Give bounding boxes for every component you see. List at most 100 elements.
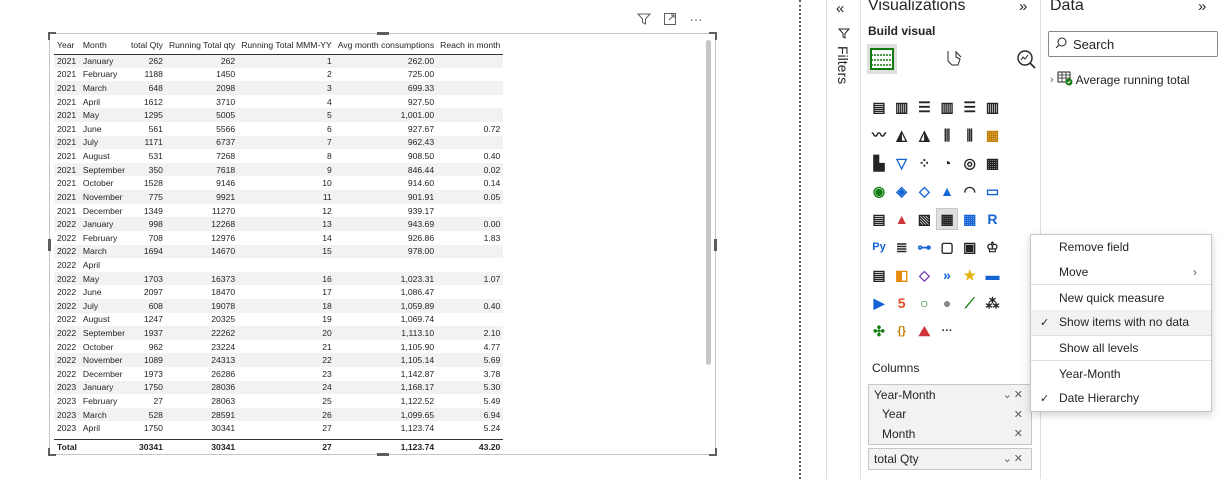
image-icon[interactable]: ▬ <box>982 265 1002 285</box>
menu-item-year-month[interactable]: Year-Month <box>1031 361 1211 386</box>
table-row[interactable]: 2023 April 1750 30341 27 1,123.74 5.24 <box>54 421 503 435</box>
table-row[interactable]: 2022 December 1973 26286 23 1,142.87 3.78 <box>54 367 503 381</box>
donut-chart-icon[interactable]: ◎ <box>960 153 980 173</box>
smart-narrative-icon[interactable]: ▣ <box>960 237 980 257</box>
gauge-icon[interactable]: ◠ <box>960 181 980 201</box>
table-row[interactable]: 2023 January 1750 28036 24 1,168.17 5.30 <box>54 380 504 395</box>
collapse-visualizations-icon[interactable]: » <box>1019 0 1027 15</box>
table-tree-item[interactable]: › Average running total <box>1050 70 1190 89</box>
table-row[interactable]: 2021 April 1612 3710 4 927.50 <box>54 95 503 109</box>
table-row[interactable]: 2022 September 1937 22262 20 1,113.10 2.10 <box>54 326 504 340</box>
matrix-icon[interactable]: ▦ <box>960 209 980 229</box>
treemap-icon[interactable]: ▦ <box>982 153 1002 173</box>
menu-item-move[interactable]: Move › <box>1031 260 1211 285</box>
dots-icon[interactable]: ⁂ <box>982 293 1002 313</box>
play-axis-icon[interactable]: ▶ <box>869 293 889 313</box>
table-row[interactable]: 2022 June 2097 18470 17 1,086.47 <box>54 285 503 299</box>
table-visual[interactable]: Year Month total Qty Running Total qty Runni… <box>48 32 717 456</box>
menu-item-new-quick-measure[interactable]: New quick measure <box>1031 285 1211 310</box>
goals-icon[interactable]: ♔ <box>982 237 1002 257</box>
table-row[interactable]: 2023 February 27 28063 25 1,122.52 5.49 <box>54 394 503 408</box>
100-bar-icon[interactable]: ☰ <box>960 97 980 117</box>
build-visual-tab-icon[interactable] <box>867 44 897 74</box>
100-column-icon[interactable]: ▥ <box>982 97 1002 117</box>
col-avg-month-consumptions-header[interactable]: Avg month consumptions <box>334 37 438 55</box>
kpi-icon[interactable]: ▲ <box>892 209 912 229</box>
chevron-down-close-icon[interactable]: ⌄✕ <box>1003 452 1025 465</box>
qa-icon[interactable]: ▢ <box>937 237 957 257</box>
stacked-column-icon[interactable]: ▥ <box>892 97 912 117</box>
code-icon[interactable]: {} <box>892 321 912 341</box>
well-field-year-month[interactable]: Year-Month ⌄✕ <box>869 385 1031 405</box>
azure-map-icon[interactable]: ▲ <box>937 181 957 201</box>
table-row[interactable]: 2021 November 775 9921 11 901.91 0.05 <box>54 190 504 204</box>
table-row[interactable]: 2021 May 1295 5005 5 1,001.00 <box>54 108 504 123</box>
ring-icon[interactable]: ○ <box>914 293 934 313</box>
table-row[interactable]: 2021 September 350 7618 9 846.44 0.02 <box>54 162 504 177</box>
format-visual-tab-icon[interactable] <box>939 44 969 74</box>
vertical-scrollbar[interactable] <box>706 40 711 365</box>
analytics-tab-icon[interactable] <box>1011 44 1041 74</box>
resize-handle[interactable] <box>709 32 717 40</box>
decomposition-tree-icon[interactable]: ⊶ <box>914 237 934 257</box>
clustered-bar-icon[interactable]: ☰ <box>914 97 934 117</box>
area-chart-icon[interactable]: ◭ <box>892 125 912 145</box>
paginated-report-icon[interactable]: ▤ <box>869 265 889 285</box>
slicer-icon[interactable]: ▧ <box>914 209 934 229</box>
chevron-visual-icon[interactable]: » <box>937 265 957 285</box>
pie-chart-icon[interactable]: ◔ <box>937 153 957 173</box>
table-row[interactable]: 2022 May 1703 16373 16 1,023.31 1.07 <box>54 271 504 286</box>
star-icon[interactable]: ★ <box>960 265 980 285</box>
chevron-left-double-icon[interactable]: « <box>836 0 844 17</box>
table-row[interactable]: 2021 February 1188 1450 2 725.00 <box>54 68 503 82</box>
table-row[interactable]: 2021 January 262 262 1 262.00 <box>54 54 504 68</box>
stacked-bar-icon[interactable]: ▤ <box>869 97 889 117</box>
clustered-column-icon[interactable]: ▥ <box>937 97 957 117</box>
waterfall-icon[interactable]: ▙ <box>869 153 889 173</box>
line-stacked-column-icon[interactable]: ⫼ <box>960 125 980 145</box>
table-row[interactable]: 2021 July 1171 6737 7 962.43 <box>54 135 504 150</box>
close-icon[interactable]: ✕ <box>1014 408 1025 421</box>
more-options-icon[interactable]: ··· <box>688 11 704 27</box>
columns-well-qty[interactable]: total Qty ⌄✕ <box>868 448 1032 470</box>
chevron-down-close-icon[interactable]: ⌄✕ <box>1003 388 1025 401</box>
col-total-qty-header[interactable]: total Qty <box>127 37 166 55</box>
r-visual-icon[interactable]: R <box>982 209 1002 229</box>
line-column-icon[interactable]: ⫼ <box>937 125 957 145</box>
columns-well-date[interactable]: Year-Month ⌄✕ Year ✕ Month ✕ <box>868 384 1032 445</box>
table-row[interactable]: 2021 June 561 5566 6 927.67 0.72 <box>54 122 503 136</box>
resize-handle[interactable] <box>714 239 717 251</box>
ribbon-chart-icon[interactable]: ▦ <box>982 125 1002 145</box>
funnel-icon[interactable]: ▽ <box>892 153 912 173</box>
table-row[interactable]: 2021 October 1528 9146 10 914.60 0.14 <box>54 176 503 190</box>
power-automate-icon[interactable]: ◇ <box>914 265 934 285</box>
shape-map-icon[interactable]: ◇ <box>914 181 934 201</box>
table-row[interactable]: 2022 February 708 12976 14 926.86 1.83 <box>54 231 503 245</box>
table-row[interactable]: 2022 November 1089 24313 22 1,105.14 5.69 <box>54 353 504 368</box>
table-row[interactable]: 2022 April <box>54 258 503 272</box>
filter-icon[interactable] <box>636 11 652 27</box>
line-chart-icon[interactable]: 〰 <box>869 125 889 145</box>
col-year-header[interactable]: Year <box>54 37 80 55</box>
col-running-total-mmm-yy-header[interactable]: Running Total MMM-YY <box>238 37 335 55</box>
table-row[interactable]: 2021 March 648 2098 3 699.33 <box>54 81 504 95</box>
table-row[interactable]: 2021 August 531 7268 8 908.50 0.40 <box>54 149 503 163</box>
table-row[interactable]: 2022 January 998 12268 13 943.69 0.00 <box>54 217 504 231</box>
resize-handle[interactable] <box>48 239 51 251</box>
power-apps-icon[interactable]: ◧ <box>892 265 912 285</box>
focus-mode-icon[interactable] <box>662 11 678 27</box>
resize-handle[interactable] <box>709 448 717 456</box>
collapse-data-icon[interactable]: » <box>1198 0 1206 15</box>
table-icon[interactable]: ▦ <box>936 208 959 230</box>
more-visuals-icon[interactable]: ··· <box>937 321 957 341</box>
map-icon[interactable]: ◉ <box>869 181 889 201</box>
col-month-header[interactable]: Month <box>79 37 128 55</box>
col-running-total-qty-header[interactable]: Running Total qty <box>165 37 239 55</box>
trend-icon[interactable]: ⟋ <box>960 293 980 313</box>
scatter-icon[interactable]: ⁘ <box>914 153 934 173</box>
table-row[interactable]: 2021 December 1349 11270 12 939.17 <box>54 204 503 218</box>
well-field-year[interactable]: Year ✕ <box>869 405 1031 425</box>
bubble-icon[interactable]: ● <box>937 293 957 313</box>
key-influencers-icon[interactable]: ≣ <box>892 237 912 257</box>
network-icon[interactable]: ✣ <box>869 321 889 341</box>
